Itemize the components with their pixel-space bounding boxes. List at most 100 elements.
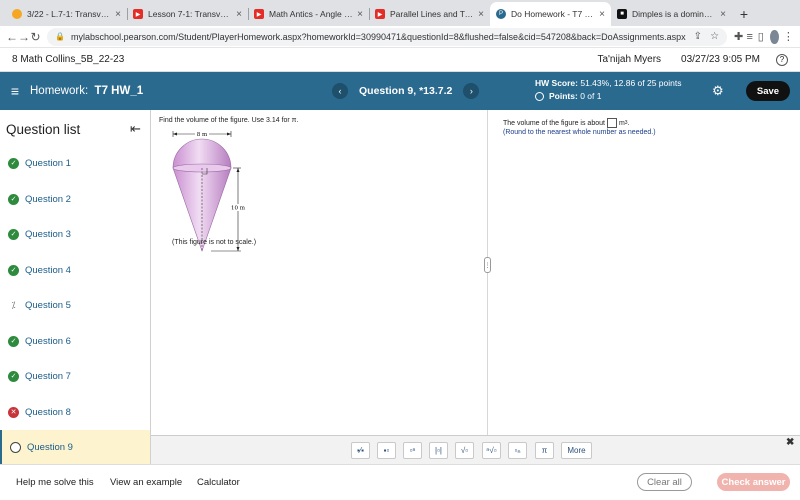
next-question-button[interactable]: › — [463, 83, 480, 99]
address-bar: ← → ↻ 🔒 mylabschool.pearson.com/Student/… — [0, 26, 800, 48]
arrow-down-icon — [236, 247, 240, 251]
help-icon[interactable]: ? — [776, 53, 788, 66]
height-label: 10 m — [231, 206, 246, 212]
square-root-button[interactable]: √▫ — [455, 442, 474, 459]
url-text: mylabschool.pearson.com/Student/PlayerHo… — [71, 31, 686, 42]
back-icon[interactable]: ← — [6, 30, 18, 44]
answer-statement: The volume of the figure is about m3. — [503, 118, 630, 128]
close-tab-icon[interactable]: × — [357, 9, 363, 20]
star-icon[interactable]: ☆ — [710, 31, 719, 42]
media-icon[interactable]: ≡ — [744, 31, 755, 43]
youtube-icon: ▶ — [375, 9, 385, 19]
question-list-item-4[interactable]: ✓ Question 4 — [0, 253, 150, 287]
answer-suffix: . — [627, 119, 630, 127]
close-tab-icon[interactable]: × — [478, 9, 484, 20]
wrong-icon: ✕ — [8, 406, 19, 418]
question-list-item-6[interactable]: ✓ Question 6 — [0, 324, 150, 358]
more-button[interactable]: More — [561, 442, 592, 459]
answer-input[interactable] — [606, 118, 617, 128]
question-item-label: Question 6 — [25, 335, 71, 347]
close-tab-icon[interactable]: × — [115, 9, 121, 20]
question-item-label: Question 4 — [25, 264, 71, 276]
arrow-up-icon — [236, 168, 240, 172]
points-label: Points: — [549, 91, 578, 101]
browser-tab-3[interactable]: ▶ Math Antics - Angle Basics × — [248, 2, 369, 26]
nth-root-button[interactable]: ⁿ√▫ — [482, 442, 501, 459]
arrow-right-icon — [227, 132, 231, 136]
bookmark-icon: ■ — [617, 9, 627, 19]
check-icon: ✓ — [8, 335, 19, 347]
question-list-item-9[interactable]: Question 9 — [0, 430, 150, 464]
tab-title: Lesson 7-1: Transversals and — [148, 9, 233, 19]
calculator-button[interactable]: Calculator — [197, 477, 240, 488]
browser-tab-6[interactable]: ■ Dimples is a dominant trait × — [611, 2, 732, 26]
question-list-item-5[interactable]: ⁒ Question 5 — [0, 288, 150, 322]
homework-title: Homework: T7 HW_1 — [30, 85, 330, 97]
reload-icon[interactable]: ↻ — [30, 30, 41, 44]
question-list-item-2[interactable]: ✓ Question 2 — [0, 182, 150, 216]
menu-dots-icon[interactable]: ⋮ — [783, 30, 794, 43]
browser-tab-1[interactable]: 3/22 - L.7-1: Transversals and × — [6, 2, 127, 26]
course-name: 8 Math Collins_5B_22-23 — [12, 54, 125, 65]
save-button[interactable]: Save — [746, 81, 790, 101]
cone-hemisphere-figure: 8 m 10 m — [172, 131, 246, 252]
score-panel: HW Score: 51.43%, 12.86 of 25 points Poi… — [535, 77, 682, 103]
footer-bar: Help me solve this View an example Calcu… — [0, 464, 800, 500]
sidepanel-icon[interactable]: ▯ — [755, 30, 766, 43]
share-icon[interactable]: ⇪ — [694, 31, 702, 42]
partial-credit-icon: ⁒ — [11, 299, 16, 310]
homework-name: T7 HW_1 — [94, 85, 144, 97]
forward-icon[interactable]: → — [18, 30, 30, 44]
hemisphere-shape — [172, 138, 232, 169]
question-item-label: Question 1 — [25, 157, 71, 169]
question-list-item-8[interactable]: ✕ Question 8 — [0, 395, 150, 429]
mixed-number-button[interactable]: ▪▫ — [377, 442, 396, 459]
answer-prefix: The volume of the figure is about — [503, 119, 605, 127]
clear-all-button[interactable]: Clear all — [637, 473, 692, 491]
figure-caption: (This figure is not to scale.) — [172, 239, 257, 246]
close-tab-icon[interactable]: × — [720, 9, 726, 20]
subscript-button[interactable]: ▫ₙ — [508, 442, 527, 459]
question-list-item-1[interactable]: ✓ Question 1 — [0, 146, 150, 180]
new-tab-icon[interactable]: + — [732, 2, 756, 26]
browser-tab-5[interactable]: P Do Homework - T7 HW_1 × — [490, 2, 611, 26]
gear-icon[interactable]: ⚙ — [712, 83, 724, 99]
menu-icon[interactable]: ≡ — [0, 83, 30, 99]
question-pane: Find the volume of the figure. Use 3.14 … — [151, 110, 487, 435]
tab-title: 3/22 - L.7-1: Transversals and — [27, 9, 111, 19]
collapse-sidebar-icon[interactable]: ⇤ — [130, 121, 141, 137]
check-answer-button[interactable]: Check answer — [717, 473, 790, 491]
check-icon: ✓ — [8, 370, 19, 382]
question-item-label: Question 5 — [25, 299, 71, 311]
math-toolbar: ▪⁄▪ ▪▫ ▫ⁿ |▫| √▫ ⁿ√▫ ▫ₙ π More ✖ — [151, 435, 800, 464]
close-toolbar-icon[interactable]: ✖ — [786, 437, 794, 448]
browser-tab-2[interactable]: ▶ Lesson 7-1: Transversals and× — [127, 2, 248, 26]
browser-tab-4[interactable]: ▶ Parallel Lines and Transversals × — [369, 2, 490, 26]
absolute-value-button[interactable]: |▫| — [429, 442, 448, 459]
previous-question-button[interactable]: ‹ — [332, 83, 348, 99]
avatar[interactable] — [770, 29, 779, 44]
user-name: Ta'nijah Myers — [597, 54, 662, 65]
course-bar: 8 Math Collins_5B_22-23 Ta'nijah Myers 0… — [0, 48, 800, 72]
question-item-label: Question 2 — [25, 193, 71, 205]
answer-pane: The volume of the figure is about m3. (R… — [489, 110, 800, 435]
close-tab-icon[interactable]: × — [236, 9, 242, 20]
arrow-left-icon — [173, 132, 177, 136]
question-item-label: Question 9 — [27, 441, 73, 453]
pi-button[interactable]: π — [535, 442, 554, 459]
url-field[interactable]: 🔒 mylabschool.pearson.com/Student/Player… — [47, 27, 728, 46]
question-prompt: Find the volume of the figure. Use 3.14 … — [159, 117, 299, 124]
help-me-solve-button[interactable]: Help me solve this — [16, 477, 94, 488]
close-tab-icon[interactable]: × — [599, 9, 605, 20]
question-nav: ‹ Question 9, *13.7.2 › — [332, 83, 480, 99]
extensions-icon[interactable]: ✚ — [733, 30, 744, 43]
question-list-item-7[interactable]: ✓ Question 7 — [0, 359, 150, 393]
tab-favicon-icon — [12, 9, 22, 19]
exponent-button[interactable]: ▫ⁿ — [403, 442, 422, 459]
question-item-label: Question 3 — [25, 228, 71, 240]
pearson-icon: P — [496, 9, 506, 19]
fraction-button[interactable]: ▪⁄▪ — [351, 442, 370, 459]
points-status-icon — [535, 92, 544, 101]
question-list-item-3[interactable]: ✓ Question 3 — [0, 217, 150, 251]
view-example-button[interactable]: View an example — [110, 477, 182, 488]
